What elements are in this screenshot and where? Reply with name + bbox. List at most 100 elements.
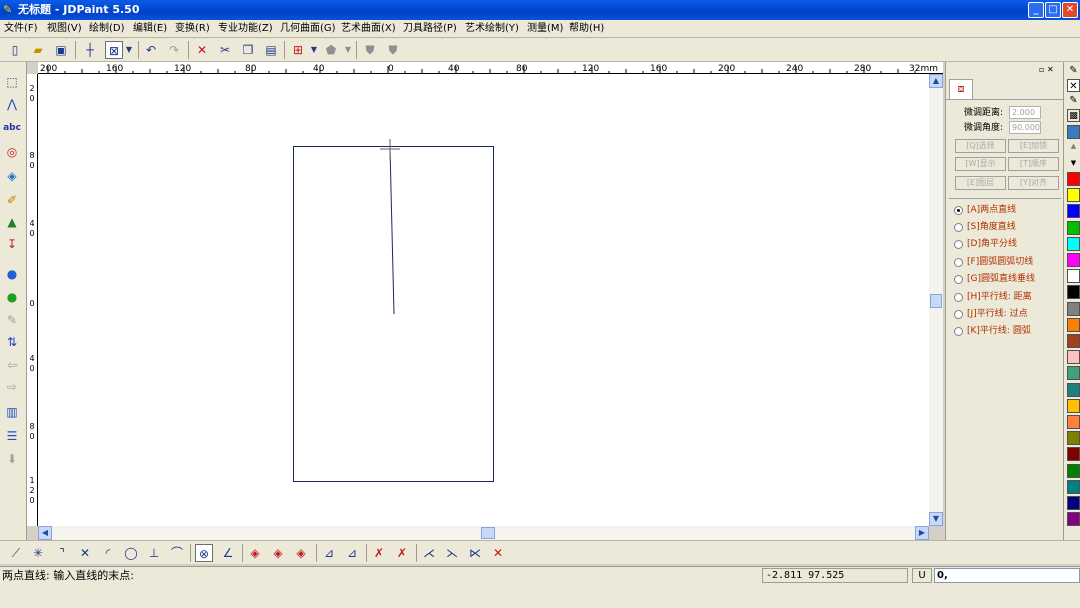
snap-point-icon[interactable]: ⊗: [195, 544, 213, 562]
horizontal-scroll-thumb[interactable]: [481, 527, 495, 539]
option-label[interactable]: [K]平行线: 圆弧: [967, 325, 1031, 337]
palette-scroll-up-icon[interactable]: ▲: [1067, 140, 1080, 152]
radio-angle-line[interactable]: [954, 223, 963, 232]
shield-icon[interactable]: ⛊: [384, 41, 402, 59]
cancel-icon[interactable]: ✕: [489, 544, 507, 562]
color-swatch[interactable]: [1067, 269, 1080, 284]
layer-button[interactable]: [E]图层: [955, 176, 1006, 190]
diamond-icon[interactable]: ◈: [269, 544, 287, 562]
menu-art-draw[interactable]: 艺术绘制(Y): [465, 22, 519, 36]
align-button[interactable]: [Y]对齐: [1008, 176, 1059, 190]
menu-view[interactable]: 视图(V): [47, 22, 82, 36]
bulb-blue-icon[interactable]: ●: [2, 264, 22, 284]
break-icon[interactable]: ⋉: [466, 544, 484, 562]
extend-icon[interactable]: ⊿: [320, 544, 338, 562]
line-icon[interactable]: ⟋: [7, 544, 25, 562]
perpendicular-icon[interactable]: ⊥: [145, 544, 163, 562]
color-swatch[interactable]: [1067, 285, 1080, 300]
option-label[interactable]: [J]平行线: 过点: [967, 308, 1028, 320]
layers-icon[interactable]: ▥: [2, 402, 22, 422]
angle-icon[interactable]: ∠: [219, 544, 237, 562]
option-label[interactable]: [A]两点直线: [967, 204, 1016, 216]
save-icon[interactable]: ▣: [52, 41, 70, 59]
option-label[interactable]: [F]圆弧圆弧切线: [967, 256, 1033, 268]
color-swatch[interactable]: [1067, 398, 1080, 413]
transform-icon[interactable]: ⇅: [2, 332, 22, 352]
menu-draw[interactable]: 绘制(D): [89, 22, 125, 36]
new-file-icon[interactable]: ▯: [6, 41, 24, 59]
menu-pro[interactable]: 专业功能(Z): [218, 22, 273, 36]
hatch-icon[interactable]: ☰: [2, 426, 22, 446]
color-swatch[interactable]: [1067, 236, 1080, 251]
menu-measure[interactable]: 测量(M): [527, 22, 563, 36]
menu-transform[interactable]: 变换(R): [175, 22, 210, 36]
menu-edit[interactable]: 编辑(E): [133, 22, 167, 36]
color-swatch[interactable]: [1067, 334, 1080, 348]
cross-line-icon[interactable]: ✕: [76, 544, 94, 562]
pen-icon[interactable]: ✎: [1067, 94, 1080, 107]
text-abc-icon[interactable]: abc: [2, 118, 22, 138]
color-swatch[interactable]: [1067, 301, 1080, 316]
display-button[interactable]: [W]显示: [955, 157, 1006, 171]
tool-disabled-icon[interactable]: ✎: [2, 310, 22, 330]
arrow-left-icon[interactable]: ⇦: [2, 355, 22, 375]
select-icon[interactable]: ⬚: [2, 72, 22, 92]
chevron-down-icon[interactable]: ▼: [124, 41, 134, 59]
chevron-down-icon[interactable]: ▼: [309, 41, 319, 59]
color-swatch[interactable]: [1067, 431, 1080, 446]
radio-two-point-line[interactable]: [954, 206, 963, 215]
zoom-window-icon[interactable]: ⊠: [105, 41, 123, 59]
cut-node-icon[interactable]: ✗: [370, 544, 388, 562]
tangent-icon[interactable]: ⌒: [168, 544, 186, 562]
chevron-down-icon[interactable]: ▼: [343, 41, 353, 59]
menu-file[interactable]: 文件(F): [4, 22, 38, 36]
color-swatch[interactable]: [1067, 382, 1080, 397]
panel-window-controls[interactable]: ▫ ✕: [1039, 65, 1054, 75]
command-input[interactable]: 0,: [934, 568, 1080, 583]
relief-icon[interactable]: ▲: [2, 212, 22, 232]
edit-pencil-icon[interactable]: ✐: [2, 190, 22, 210]
menu-art-surface[interactable]: 艺术曲面(X): [341, 22, 396, 36]
fill-disabled-icon[interactable]: ⬇: [2, 449, 22, 469]
delete-node-icon[interactable]: ✗: [393, 544, 411, 562]
radio-arc-line-perpendicular[interactable]: [954, 275, 963, 284]
radio-parallel-point[interactable]: [954, 310, 963, 319]
vertical-scroll-thumb[interactable]: [930, 294, 942, 308]
node-edit-icon[interactable]: ⋀: [2, 94, 22, 114]
horizontal-scrollbar[interactable]: ◀ ▶: [38, 526, 929, 540]
color-swatch[interactable]: [1067, 350, 1080, 365]
undo-icon[interactable]: ↶: [142, 41, 160, 59]
drawn-line[interactable]: [389, 147, 395, 315]
redo-icon[interactable]: ↷: [165, 41, 183, 59]
cut-icon[interactable]: ✂: [216, 41, 234, 59]
trim-icon[interactable]: ⊿: [343, 544, 361, 562]
radio-angle-bisector[interactable]: [954, 240, 963, 249]
circle-icon[interactable]: ◯: [122, 544, 140, 562]
scroll-right-icon[interactable]: ▶: [915, 526, 929, 540]
measure-icon[interactable]: ↧: [2, 234, 22, 254]
copy-icon[interactable]: ❐: [239, 41, 257, 59]
close-button[interactable]: ✕: [1062, 2, 1078, 18]
grid-icon[interactable]: ⊞: [289, 41, 307, 59]
select-button[interactable]: [Q]选择: [955, 139, 1006, 153]
offset-icon[interactable]: ◎: [2, 142, 22, 162]
menu-toolpath[interactable]: 刀具路径(P): [403, 22, 457, 36]
color-swatch[interactable]: [1067, 463, 1080, 478]
menu-help[interactable]: 帮助(H): [569, 22, 604, 36]
option-label[interactable]: [G]圆弧直线垂线: [967, 273, 1035, 285]
radio-parallel-arc[interactable]: [954, 327, 963, 336]
nudge-distance-input[interactable]: 2.000: [1009, 106, 1041, 119]
palette-scroll-down-icon[interactable]: ▼: [1067, 157, 1080, 169]
menu-geometry-surface[interactable]: 几何曲面(G): [280, 22, 336, 36]
diamond-icon[interactable]: ◈: [246, 544, 264, 562]
diamond-icon[interactable]: ◈: [292, 544, 310, 562]
color-swatch[interactable]: [1067, 366, 1080, 381]
arc-icon[interactable]: ◜: [99, 544, 117, 562]
paste-icon[interactable]: ▤: [262, 41, 280, 59]
minimize-button[interactable]: _: [1028, 2, 1044, 18]
color-swatch[interactable]: [1067, 317, 1080, 332]
nudge-angle-input[interactable]: 90.000: [1009, 121, 1041, 134]
color-swatch[interactable]: [1067, 172, 1080, 186]
rect-select-icon[interactable]: ⧈: [949, 79, 973, 99]
lock-button[interactable]: [E]加锁: [1008, 139, 1059, 153]
